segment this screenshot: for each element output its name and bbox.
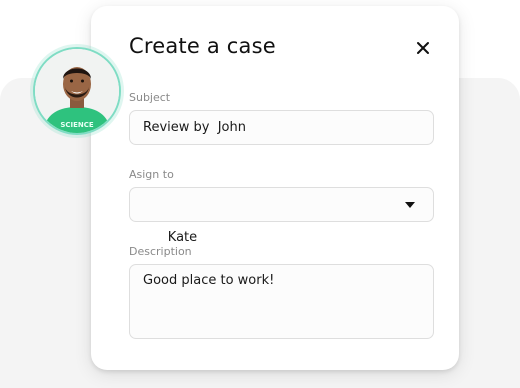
- description-label: Description: [129, 245, 192, 258]
- dialog-title: Create a case: [129, 34, 276, 58]
- description-textarea[interactable]: Good place to work!: [129, 264, 434, 339]
- avatar: SCIENCE: [33, 47, 121, 135]
- close-icon: [417, 42, 429, 54]
- avatar-photo: SCIENCE: [35, 49, 119, 133]
- assign-to-select[interactable]: Kate: [129, 187, 434, 245]
- page: Create a case Subject Review by John Asi…: [0, 0, 520, 388]
- close-button[interactable]: [412, 37, 434, 59]
- assign-to-value: Kate: [167, 230, 198, 245]
- assign-to-label: Asign to: [129, 168, 174, 181]
- subject-input[interactable]: Review by John: [129, 110, 434, 145]
- shirt-text: SCIENCE: [60, 121, 94, 129]
- create-case-dialog: Create a case Subject Review by John Asi…: [91, 6, 459, 370]
- subject-label: Subject: [129, 91, 171, 104]
- chevron-down-icon: [405, 202, 415, 208]
